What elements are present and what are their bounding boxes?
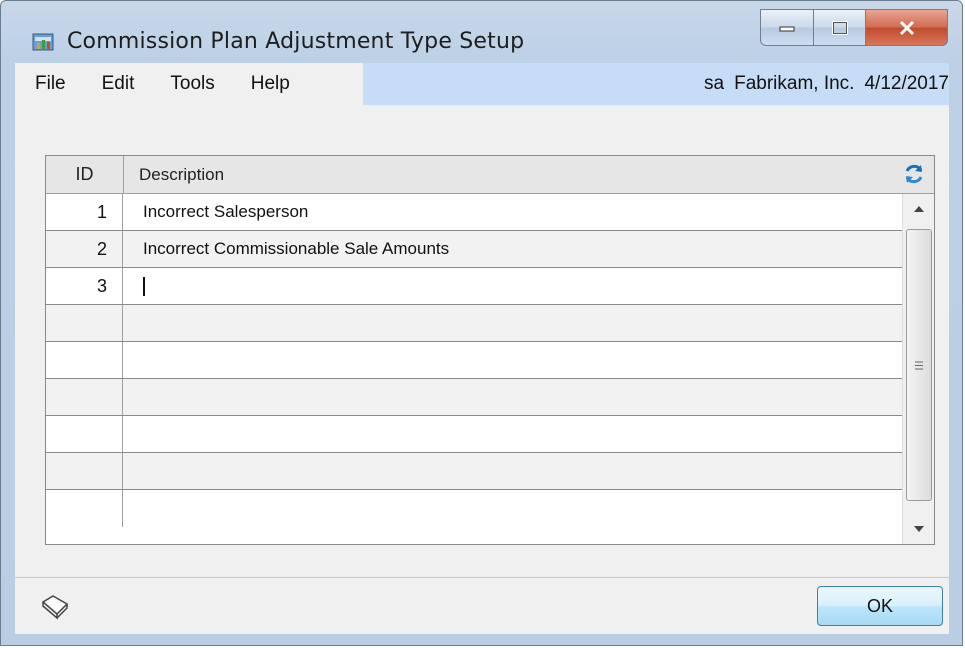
close-button[interactable] — [866, 9, 948, 46]
cell-id[interactable] — [46, 453, 123, 489]
chevron-down-icon — [913, 526, 924, 532]
cell-id[interactable] — [46, 490, 123, 527]
company-name: Fabrikam, Inc. — [734, 73, 855, 94]
refresh-icon[interactable] — [902, 162, 926, 186]
table-row[interactable]: 2 Incorrect Commissionable Sale Amounts — [46, 231, 902, 268]
menu-bar: File Edit Tools Help sa Fabrikam, Inc. 4… — [15, 63, 949, 106]
maximize-icon — [831, 20, 848, 35]
grid-rows: 1 Incorrect Salesperson 2 Incorrect Comm… — [46, 194, 902, 527]
scroll-down-button[interactable] — [903, 514, 934, 544]
grid-header: ID Description — [46, 156, 934, 194]
menu-tools[interactable]: Tools — [170, 73, 214, 95]
table-row[interactable] — [46, 490, 902, 527]
cell-description-editing[interactable] — [143, 268, 145, 304]
table-row[interactable]: 3 — [46, 268, 902, 305]
user-name: sa — [704, 73, 725, 94]
close-icon — [899, 20, 914, 35]
menu-edit[interactable]: Edit — [102, 73, 135, 95]
note-icon[interactable] — [39, 592, 71, 620]
cell-id[interactable]: 3 — [46, 268, 123, 304]
text-cursor — [143, 276, 145, 296]
scroll-up-button[interactable] — [903, 194, 934, 224]
ok-button[interactable]: OK — [817, 586, 943, 626]
content-area: ID Description 1 Incorrect Salesperson 2… — [15, 105, 949, 577]
dialog-window: Commission Plan Adjustment Type Setup Fi… — [0, 0, 963, 646]
cell-description[interactable]: Incorrect Commissionable Sale Amounts — [143, 231, 449, 267]
chevron-up-icon — [913, 206, 924, 212]
menu-file[interactable]: File — [35, 73, 66, 95]
minimize-icon — [779, 26, 795, 31]
cell-id[interactable] — [46, 305, 123, 341]
cell-id[interactable] — [46, 342, 123, 378]
cell-id[interactable]: 1 — [46, 194, 123, 230]
table-row[interactable] — [46, 342, 902, 379]
table-row[interactable] — [46, 453, 902, 490]
title-bar: Commission Plan Adjustment Type Setup — [1, 1, 962, 54]
scroll-thumb[interactable] — [906, 229, 932, 501]
cell-id[interactable] — [46, 379, 123, 415]
grid-scrollbar[interactable] — [902, 194, 934, 544]
footer-bar: OK — [15, 577, 949, 634]
cell-id[interactable] — [46, 416, 123, 452]
user-date: 4/12/2017 — [864, 73, 949, 94]
caption-buttons — [760, 9, 948, 49]
cell-description[interactable]: Incorrect Salesperson — [143, 194, 308, 230]
menu-items: File Edit Tools Help — [15, 63, 363, 105]
session-info: sa Fabrikam, Inc. 4/12/2017 — [363, 63, 949, 105]
table-row[interactable] — [46, 305, 902, 342]
column-header-id[interactable]: ID — [46, 156, 124, 193]
window-title: Commission Plan Adjustment Type Setup — [67, 29, 525, 54]
maximize-button[interactable] — [814, 9, 866, 46]
adjustment-type-grid: ID Description 1 Incorrect Salesperson 2… — [45, 155, 935, 545]
menu-help[interactable]: Help — [251, 73, 290, 95]
table-row[interactable] — [46, 416, 902, 453]
table-row[interactable]: 1 Incorrect Salesperson — [46, 194, 902, 231]
cell-id[interactable]: 2 — [46, 231, 123, 267]
commission-setup-icon — [32, 33, 54, 51]
minimize-button[interactable] — [760, 9, 814, 46]
column-header-description[interactable]: Description — [139, 156, 224, 193]
grip-icon — [915, 361, 923, 369]
table-row[interactable] — [46, 379, 902, 416]
